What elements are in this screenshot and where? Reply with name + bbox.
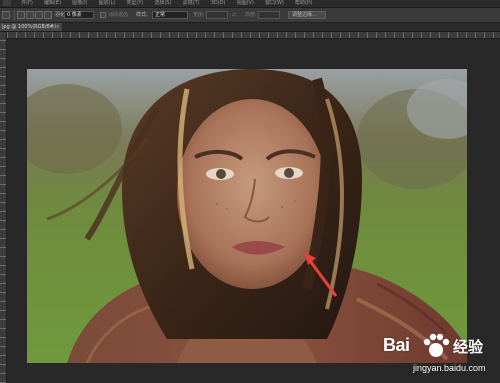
paw-logo-icon <box>423 333 450 357</box>
menu-help[interactable]: 帮助(H) <box>292 0 316 7</box>
horizontal-ruler[interactable] <box>7 32 500 39</box>
menu-bar: 件(F) 编辑(E) 图像(I) 图层(L) 类型(Y) 选择(S) 滤镜(T)… <box>0 0 500 8</box>
height-label: 高度: <box>245 12 257 18</box>
style-select[interactable]: 正常 <box>152 11 188 19</box>
options-bar: 羽化: 0 像素 消除锯齿 样式: 正常 宽度: ⇄ 高度: 调整边缘... <box>0 8 500 23</box>
document-tab[interactable]: jpg @ 100%(RGB/8#) × <box>0 23 62 31</box>
swap-icon[interactable]: ⇄ <box>232 12 236 18</box>
intersect-selection-icon[interactable] <box>44 11 52 19</box>
subtract-selection-icon[interactable] <box>35 11 43 19</box>
app-logo-icon <box>3 0 11 6</box>
menu-image[interactable]: 图像(I) <box>69 0 90 7</box>
style-label: 样式: <box>136 12 148 18</box>
refine-edge-button[interactable]: 调整边缘... <box>288 11 326 19</box>
menu-window[interactable]: 窗口(W) <box>262 0 287 7</box>
vertical-ruler[interactable] <box>0 32 7 383</box>
menu-edit[interactable]: 编辑(E) <box>41 0 64 7</box>
width-label: 宽度: <box>193 12 205 18</box>
new-selection-icon[interactable] <box>17 11 25 19</box>
menu-file[interactable]: 件(F) <box>18 0 36 7</box>
antialias-label: 消除锯齿 <box>108 12 129 18</box>
menu-filter[interactable]: 滤镜(T) <box>180 0 203 7</box>
feather-input[interactable]: 0 像素 <box>64 11 94 19</box>
document-tab-title: jpg @ 100%(RGB/8#) <box>2 24 56 30</box>
document-tab-bar: jpg @ 100%(RGB/8#) × <box>0 23 500 32</box>
baidu-watermark: Bai 经验 jingyan.baidu.com <box>383 331 497 381</box>
watermark-brand: Bai <box>383 335 410 355</box>
menu-layer[interactable]: 图层(L) <box>96 0 119 7</box>
menu-3d[interactable]: 3D(D) <box>208 0 229 7</box>
annotation-arrow <box>304 252 338 297</box>
menu-select[interactable]: 选择(S) <box>151 0 174 7</box>
portrait-image <box>27 69 467 363</box>
watermark-brand-cn: 经验 <box>453 338 484 356</box>
divider <box>14 10 15 20</box>
marquee-tool-icon[interactable] <box>2 11 10 19</box>
add-selection-icon[interactable] <box>26 11 34 19</box>
menu-type[interactable]: 类型(Y) <box>123 0 146 7</box>
canvas-photo[interactable] <box>27 69 467 363</box>
height-input[interactable] <box>258 11 280 19</box>
width-input[interactable] <box>206 11 228 19</box>
watermark-url: jingyan.baidu.com <box>413 363 486 373</box>
menu-view[interactable]: 视图(V) <box>234 0 257 7</box>
style-select-value: 正常 <box>155 12 166 18</box>
close-icon[interactable]: × <box>56 23 60 31</box>
antialias-checkbox[interactable] <box>100 12 106 18</box>
